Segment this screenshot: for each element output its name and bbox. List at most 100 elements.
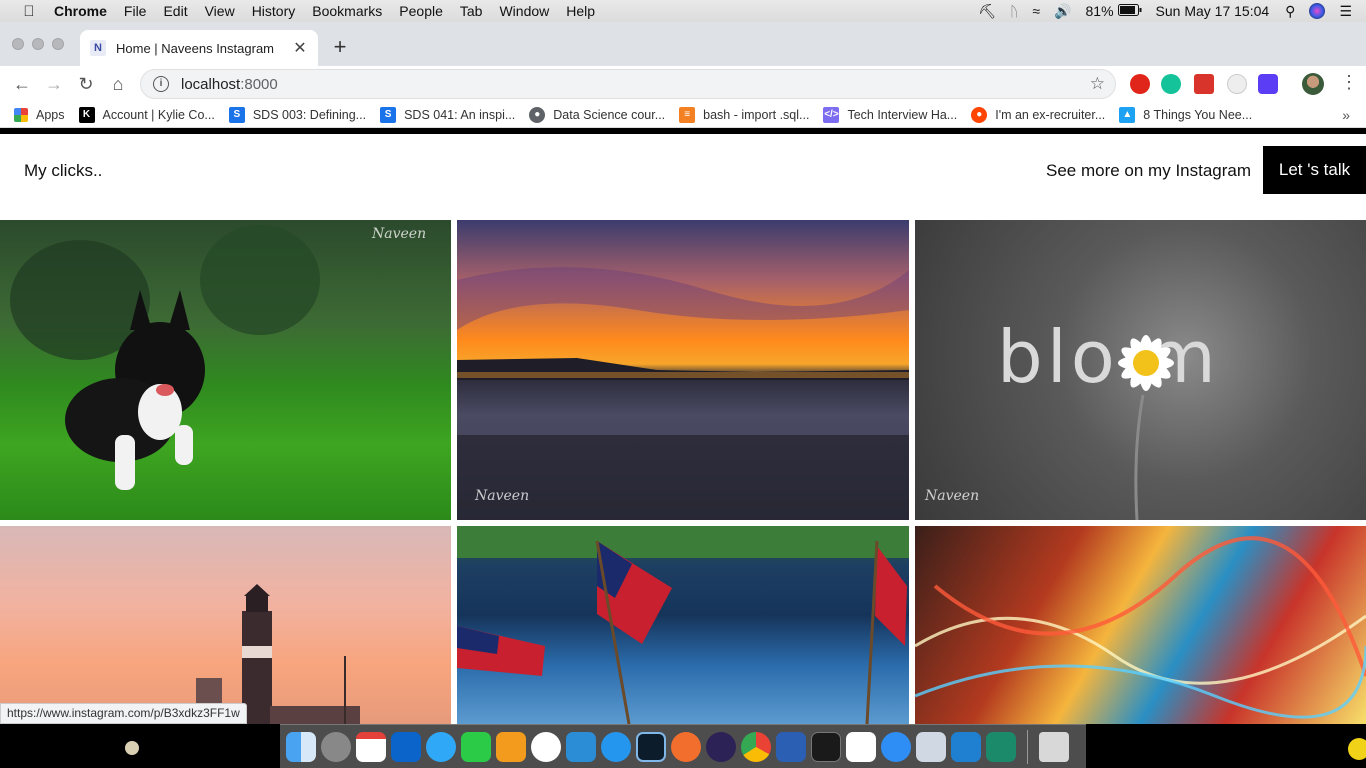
site-header: My clicks.. See more on my Instagram Let… xyxy=(0,134,1366,220)
chrome-menu-icon[interactable]: ⋮ xyxy=(1340,72,1358,93)
sds-icon: S xyxy=(380,106,397,123)
grammarly-extension-icon[interactable] xyxy=(1161,74,1181,94)
puppy-illustration xyxy=(10,225,320,490)
tab-close-icon[interactable]: ✕ xyxy=(292,38,308,58)
terminal-icon[interactable] xyxy=(811,731,841,762)
mongodb-icon[interactable] xyxy=(531,731,561,762)
battery-percent[interactable]: 81% xyxy=(1086,3,1114,19)
messages-icon[interactable] xyxy=(426,731,456,762)
bookmarks-overflow-icon[interactable]: » xyxy=(1342,107,1350,123)
bookmark-item[interactable]: S SDS 041: An inspi... xyxy=(380,106,516,123)
menu-history[interactable]: History xyxy=(252,3,296,19)
photo-signature: Naveen xyxy=(475,488,530,504)
tab-active[interactable]: N Home | Naveens Instagram ✕ xyxy=(80,30,318,66)
photo-memorial-flags[interactable] xyxy=(457,526,909,724)
home-button[interactable]: ⌂ xyxy=(102,74,134,95)
photo-bloom[interactable]: blo m Naveen xyxy=(915,220,1366,520)
menu-edit[interactable]: Edit xyxy=(163,3,187,19)
chrome-icon[interactable] xyxy=(741,731,771,762)
notification-center-icon[interactable]: ☰ xyxy=(1339,3,1352,20)
adblock-extension-icon[interactable] xyxy=(1130,74,1150,94)
facetime-icon[interactable] xyxy=(461,731,491,762)
back-button[interactable]: ← xyxy=(6,74,38,95)
lighthouse-illustration xyxy=(196,584,360,724)
menu-people[interactable]: People xyxy=(399,3,443,19)
bookmark-item[interactable]: </> Tech Interview Ha... xyxy=(823,106,957,123)
clock-extension-icon[interactable] xyxy=(1227,74,1247,94)
vscode-icon[interactable] xyxy=(566,731,596,762)
zoom-window-button[interactable] xyxy=(52,38,64,50)
reload-button[interactable]: ↻ xyxy=(70,74,102,95)
menu-app-name[interactable]: Chrome xyxy=(54,3,107,19)
photo-light-trails[interactable] xyxy=(915,526,1366,724)
status-app-icon[interactable]: ⛏ xyxy=(978,3,996,20)
macos-dock xyxy=(280,724,1086,768)
colorzilla-extension-icon[interactable] xyxy=(1194,74,1214,94)
swift-icon[interactable] xyxy=(671,731,701,762)
bookmark-item[interactable]: ● I'm an ex-recruiter... xyxy=(971,106,1105,123)
bookmark-label: Apps xyxy=(36,107,65,122)
bookmark-label: SDS 041: An inspi... xyxy=(404,107,516,122)
clock[interactable]: Sun May 17 15:04 xyxy=(1156,3,1270,19)
safari-icon[interactable] xyxy=(881,731,911,762)
menu-window[interactable]: Window xyxy=(499,3,549,19)
wifi-icon[interactable]: ≈ xyxy=(1032,3,1040,19)
bookmark-star-icon[interactable]: ☆ xyxy=(1090,74,1105,94)
address-bar[interactable]: i localhost:8000 ☆ xyxy=(140,69,1116,99)
menu-view[interactable]: View xyxy=(205,3,235,19)
new-tab-button[interactable]: + xyxy=(328,36,352,58)
apps-grid-icon xyxy=(14,107,28,122)
bookmark-icon: ▲ xyxy=(1119,106,1136,123)
eclipse-icon[interactable] xyxy=(706,731,736,762)
spotlight-search-icon[interactable]: ⚲ xyxy=(1285,3,1295,20)
light-trails-illustration xyxy=(915,536,1366,719)
siri-icon[interactable] xyxy=(1309,3,1326,19)
instagram-link[interactable]: See more on my Instagram xyxy=(1046,161,1251,181)
vscode-icon[interactable] xyxy=(951,731,981,762)
bookmark-item[interactable]: ▲ 8 Things You Nee... xyxy=(1119,106,1253,123)
bookmark-item[interactable]: K Account | Kylie Co... xyxy=(78,106,215,123)
finder-icon[interactable] xyxy=(286,731,316,762)
profile-avatar[interactable] xyxy=(1302,73,1324,95)
site-info-icon[interactable]: i xyxy=(153,76,169,92)
bookmark-label: Account | Kylie Co... xyxy=(102,107,215,122)
bookmark-label: 8 Things You Nee... xyxy=(1143,107,1253,122)
site-brand[interactable]: My clicks.. xyxy=(24,161,102,181)
bookmark-apps[interactable]: Apps xyxy=(14,107,65,122)
bookmark-label: SDS 003: Defining... xyxy=(252,107,367,122)
bookmark-label: Data Science cour... xyxy=(553,107,666,122)
word-icon[interactable] xyxy=(776,731,806,762)
volume-icon[interactable]: 🔊 xyxy=(1054,3,1071,20)
bookmark-item[interactable]: ● Data Science cour... xyxy=(529,106,666,123)
launchpad-icon[interactable] xyxy=(321,731,351,762)
vscode-insiders-icon[interactable] xyxy=(986,731,1016,762)
outlook-icon[interactable] xyxy=(391,731,421,762)
preview-icon[interactable] xyxy=(916,731,946,762)
bookmark-item[interactable]: S SDS 003: Defining... xyxy=(228,106,367,123)
sublime-icon[interactable] xyxy=(496,731,526,762)
photo-puppy[interactable]: Naveen xyxy=(0,220,451,520)
menu-tab[interactable]: Tab xyxy=(460,3,483,19)
trash-icon[interactable] xyxy=(1039,731,1069,762)
battery-icon[interactable] xyxy=(1117,3,1142,19)
forward-button[interactable]: → xyxy=(38,74,70,95)
close-window-button[interactable] xyxy=(12,38,24,50)
lightroom-icon[interactable] xyxy=(636,731,666,762)
slack-icon[interactable] xyxy=(846,731,876,762)
chat-extension-icon[interactable] xyxy=(1258,74,1278,94)
bluetooth-icon[interactable]: ᚢ xyxy=(1010,3,1018,19)
calendar-icon[interactable] xyxy=(356,731,386,762)
sds-icon: S xyxy=(228,106,245,123)
moon-icon xyxy=(125,741,139,755)
photo-lighthouse[interactable] xyxy=(0,526,451,724)
menu-file[interactable]: File xyxy=(124,3,147,19)
menu-help[interactable]: Help xyxy=(566,3,595,19)
apple-menu-icon[interactable]:  xyxy=(18,3,40,20)
minimize-window-button[interactable] xyxy=(32,38,44,50)
menu-bookmarks[interactable]: Bookmarks xyxy=(312,3,382,19)
docker-icon[interactable] xyxy=(601,731,631,762)
lets-talk-button[interactable]: Let 's talk xyxy=(1263,146,1366,194)
photo-sunset-harbor[interactable]: Naveen xyxy=(457,220,909,520)
bookmark-item[interactable]: ≡ bash - import .sql... xyxy=(679,106,809,123)
dock-separator xyxy=(1027,729,1028,764)
